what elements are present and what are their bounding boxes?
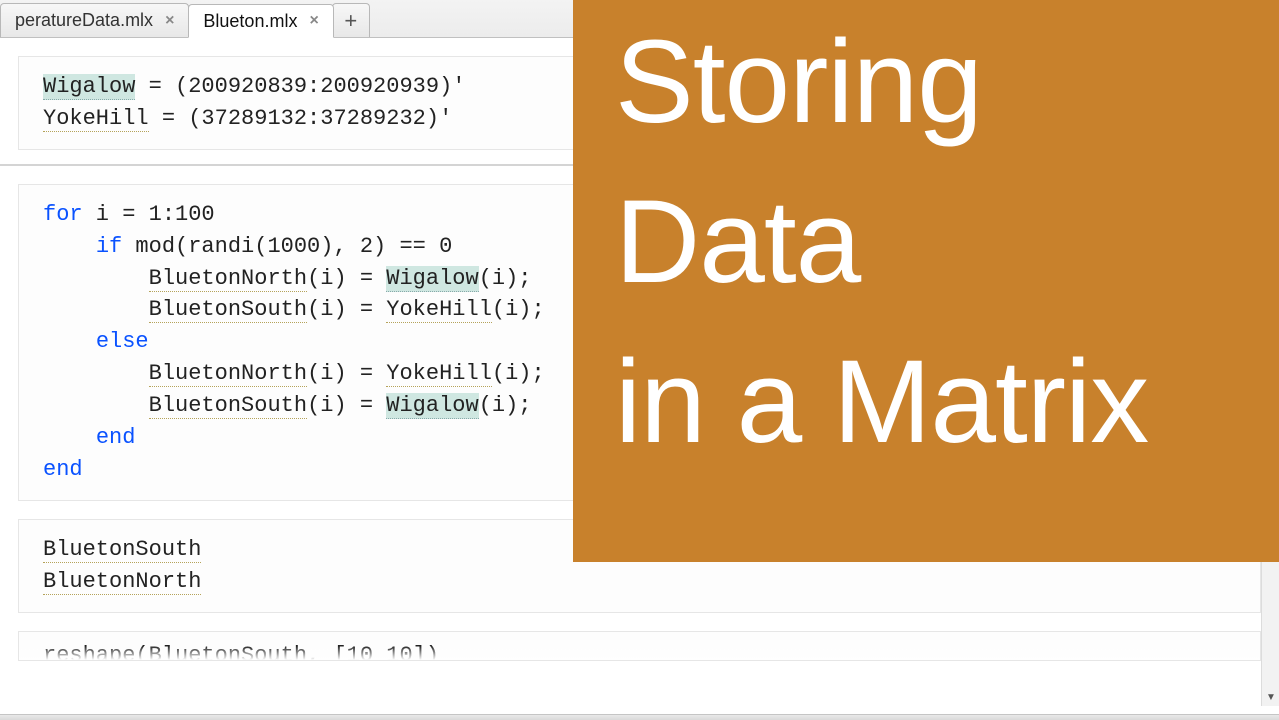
keyword-for: for xyxy=(43,202,83,227)
title-overlay: Storing Data in a Matrix xyxy=(573,0,1279,562)
var-bluetonsouth: BluetonSouth xyxy=(43,537,201,563)
scroll-down-button[interactable]: ▼ xyxy=(1262,688,1279,706)
var-bluetonnorth: BluetonNorth xyxy=(43,569,201,595)
var-bluetonsouth: BluetonSouth xyxy=(149,393,307,419)
code-text: reshape(BluetonSouth, [10 10]) xyxy=(43,643,439,661)
var-bluetonnorth: BluetonNorth xyxy=(149,361,307,387)
var-wigalow: Wigalow xyxy=(43,74,135,100)
code-text: (i); xyxy=(492,361,545,386)
var-bluetonnorth: BluetonNorth xyxy=(149,266,307,292)
code-cell-4[interactable]: reshape(BluetonSouth, [10 10]) xyxy=(18,631,1261,661)
overlay-line-1: Storing xyxy=(615,18,1249,148)
var-yokehill: YokeHill xyxy=(386,297,492,323)
code-text: (i) = xyxy=(307,361,386,386)
new-tab-button[interactable]: + xyxy=(332,3,370,37)
code-text: mod(randi(1000), 2) == 0 xyxy=(122,234,452,259)
close-icon[interactable]: × xyxy=(165,12,174,30)
keyword-end: end xyxy=(96,425,136,450)
code-text: (i) = xyxy=(307,297,386,322)
keyword-else: else xyxy=(96,329,149,354)
var-bluetonsouth: BluetonSouth xyxy=(149,297,307,323)
code-text: = (37289132:37289232)' xyxy=(149,106,453,131)
var-yokehill: YokeHill xyxy=(386,361,492,387)
var-yokehill: YokeHill xyxy=(43,106,149,132)
tab-temperature-data[interactable]: peratureData.mlx × xyxy=(0,3,189,37)
code-text: (i) = xyxy=(307,393,386,418)
code-text: (i) = xyxy=(307,266,386,291)
overlay-line-2: Data xyxy=(615,178,1249,308)
code-text: i = 1:100 xyxy=(83,202,215,227)
close-icon[interactable]: × xyxy=(309,12,318,30)
code-text: = (200920839:200920939)' xyxy=(135,74,465,99)
var-wigalow: Wigalow xyxy=(386,393,478,419)
tab-label: Blueton.mlx xyxy=(203,11,297,32)
plus-icon: + xyxy=(344,8,357,34)
code-text: (i); xyxy=(492,297,545,322)
chevron-down-icon: ▼ xyxy=(1266,692,1276,703)
var-wigalow: Wigalow xyxy=(386,266,478,292)
overlay-line-3: in a Matrix xyxy=(615,338,1249,468)
keyword-end: end xyxy=(43,457,83,482)
code-text: (i); xyxy=(479,266,532,291)
status-bar xyxy=(0,714,1279,720)
tab-blueton[interactable]: Blueton.mlx × xyxy=(188,4,333,38)
tab-label: peratureData.mlx xyxy=(15,10,153,31)
code-text: (i); xyxy=(479,393,532,418)
keyword-if: if xyxy=(96,234,122,259)
